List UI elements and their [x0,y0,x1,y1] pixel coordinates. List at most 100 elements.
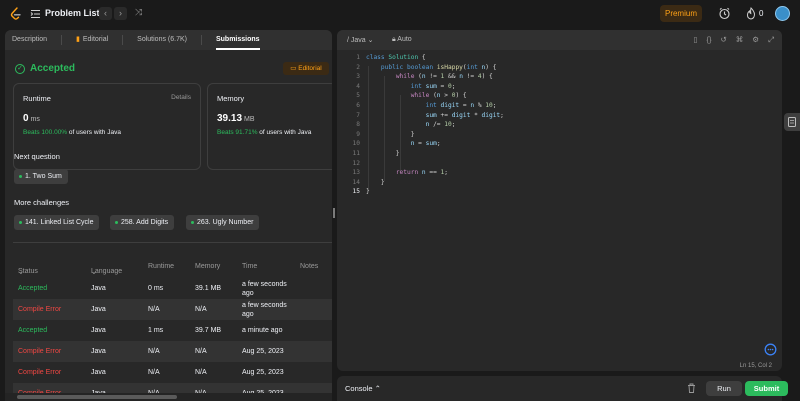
line-number: 9 [356,130,360,138]
line-number: 8 [356,121,360,129]
line-number: 5 [356,92,360,100]
editorial-button[interactable]: ▭ Editorial [283,62,329,75]
shuffle-icon[interactable]: ⤨ [135,7,142,18]
panel-resize-handle[interactable] [332,30,336,401]
code-line: int sum = 0; [410,82,456,90]
top-nav: Problem List ‹ › ⤨ Premium 0 [0,0,800,28]
runtime-value: 0 ms [23,113,40,124]
runtime-column-header: Runtime [148,263,175,270]
row-status[interactable]: Compile Error [18,306,61,313]
streak-fire-icon[interactable] [746,7,756,20]
table-row[interactable]: Compile Error Java N/A N/A Aug 25, 2023 [13,341,332,362]
line-number: 10 [352,140,360,148]
row-memory: N/A [195,369,207,376]
table-row[interactable]: Accepted Java 0 ms 39.1 MB a few seconds… [13,278,332,299]
row-runtime: N/A [148,348,160,355]
line-number: 6 [356,102,360,109]
more-challenges-heading: More challenges [14,198,70,207]
problem-list-icon[interactable] [30,9,41,19]
tab-submissions[interactable]: Submissions [215,30,260,50]
side-panel-toggle[interactable] [784,113,800,131]
submissions-table-header: Status ⌄ Language ⌄ Runtime Memory Time … [5,258,332,276]
run-button[interactable]: Run [706,381,742,396]
editor-tools: ▯ {} ↺ ⌘ ⚙ ⤢ [693,35,774,45]
row-status[interactable]: Compile Error [18,369,61,376]
language-select-value: Java [350,37,366,44]
challenge-chip[interactable]: 141. Linked List Cycle [14,215,100,230]
autosave-indicator[interactable]: 🔒︎ Auto [392,36,412,44]
chat-icon[interactable] [764,343,777,356]
runtime-beats-pct: Beats 100.00% [23,129,68,136]
code-line: sum += digit * digit; [425,111,504,119]
leetcode-logo-icon[interactable] [10,7,22,21]
chevron-up-icon: ⌃ [374,384,381,393]
tab-editorial[interactable]: ▮ Editorial [76,30,108,50]
row-status[interactable]: Compile Error [18,348,61,355]
table-row[interactable]: Compile Error Java N/A N/A a few seconds… [13,299,332,320]
scrollbar-thumb[interactable] [17,395,177,399]
editorial-icon: ▮ [76,36,80,43]
code-editor-panel: / Java ⌄ 🔒︎ Auto ▯ {} ↺ ⌘ ⚙ ⤢ 1 class Sol… [337,30,782,371]
next-question-chip[interactable]: 1. Two Sum [14,169,68,184]
note-icon [788,117,796,127]
submission-result: ✓ Accepted [15,63,75,74]
avatar[interactable] [775,6,790,21]
streak-count: 0 [759,9,764,18]
row-memory: 39.1 MB [195,285,222,292]
row-language: Java [91,327,106,334]
row-time: a few seconds ago [242,302,287,318]
line-number: 1 [356,54,360,61]
submit-button[interactable]: Submit [745,381,788,396]
editorial-button-label: Editorial [298,65,322,72]
settings-icon[interactable]: ⚙ [752,35,759,45]
tab-description[interactable]: Description [12,30,47,50]
next-problem-button[interactable]: › [114,7,127,20]
line-number: 4 [356,82,360,90]
row-time: a minute ago [242,327,283,334]
autosave-label: Auto [397,36,412,43]
horizontal-scrollbar[interactable] [5,393,332,401]
problem-list-link[interactable]: Problem List [45,8,100,18]
code-line: } [366,130,415,138]
console-bar: Console ⌃ Run Submit [337,376,788,401]
expand-icon[interactable]: ⤢ [768,35,774,45]
row-time: a few seconds ago [242,281,287,297]
memory-beats-rest: of users with Java [259,129,312,136]
console-label: Console [345,384,373,393]
row-language: Java [91,348,106,355]
code-line: } [366,178,385,186]
divider [13,242,332,243]
table-row[interactable]: Compile Error Java N/A N/A Aug 25, 2023 [13,362,332,383]
language-select[interactable]: / Java ⌄ [347,36,374,44]
runtime-beats-rest: of users with Java [68,129,121,136]
braces-icon[interactable]: {} [706,35,711,45]
line-number: 7 [356,111,360,119]
row-memory: 39.7 MB [195,327,222,334]
line-number: 14 [352,178,360,186]
shortcut-icon[interactable]: ⌘ [736,35,744,45]
bookmark-icon[interactable]: ▯ [693,35,697,45]
cursor-position: Ln 15, Col 2 [739,363,772,369]
memory-beats: Beats 91.71% of users with Java [217,129,311,136]
challenge-chip[interactable]: 263. Ugly Number [186,215,260,230]
timer-icon[interactable] [718,7,731,20]
table-row[interactable]: Accepted Java 1 ms 39.7 MB a minute ago [13,320,332,341]
trash-icon[interactable] [687,383,696,393]
reset-icon[interactable]: ↺ [720,35,726,45]
challenge-chip[interactable]: 258. Add Digits [110,215,175,230]
premium-button[interactable]: Premium [660,5,702,22]
chevron-down-icon: ⌄ [91,269,97,276]
memory-unit: MB [244,116,255,123]
editor-toolbar: / Java ⌄ 🔒︎ Auto ▯ {} ↺ ⌘ ⚙ ⤢ [337,30,782,50]
console-toggle[interactable]: Console ⌃ [345,384,381,393]
line-number: 3 [356,73,360,81]
row-status[interactable]: Accepted [18,327,47,334]
tab-solutions[interactable]: Solutions (6.7K) [137,30,187,50]
memory-card[interactable]: Memory 39.13 MB Beats 91.71% of users wit… [207,83,332,170]
row-runtime: 0 ms [148,285,164,292]
code-line: while (n > 0) { [410,92,467,100]
prev-problem-button[interactable]: ‹ [99,7,112,20]
row-status[interactable]: Accepted [18,285,47,292]
row-runtime: 1 ms [148,327,164,334]
details-link[interactable]: Details [171,94,191,101]
